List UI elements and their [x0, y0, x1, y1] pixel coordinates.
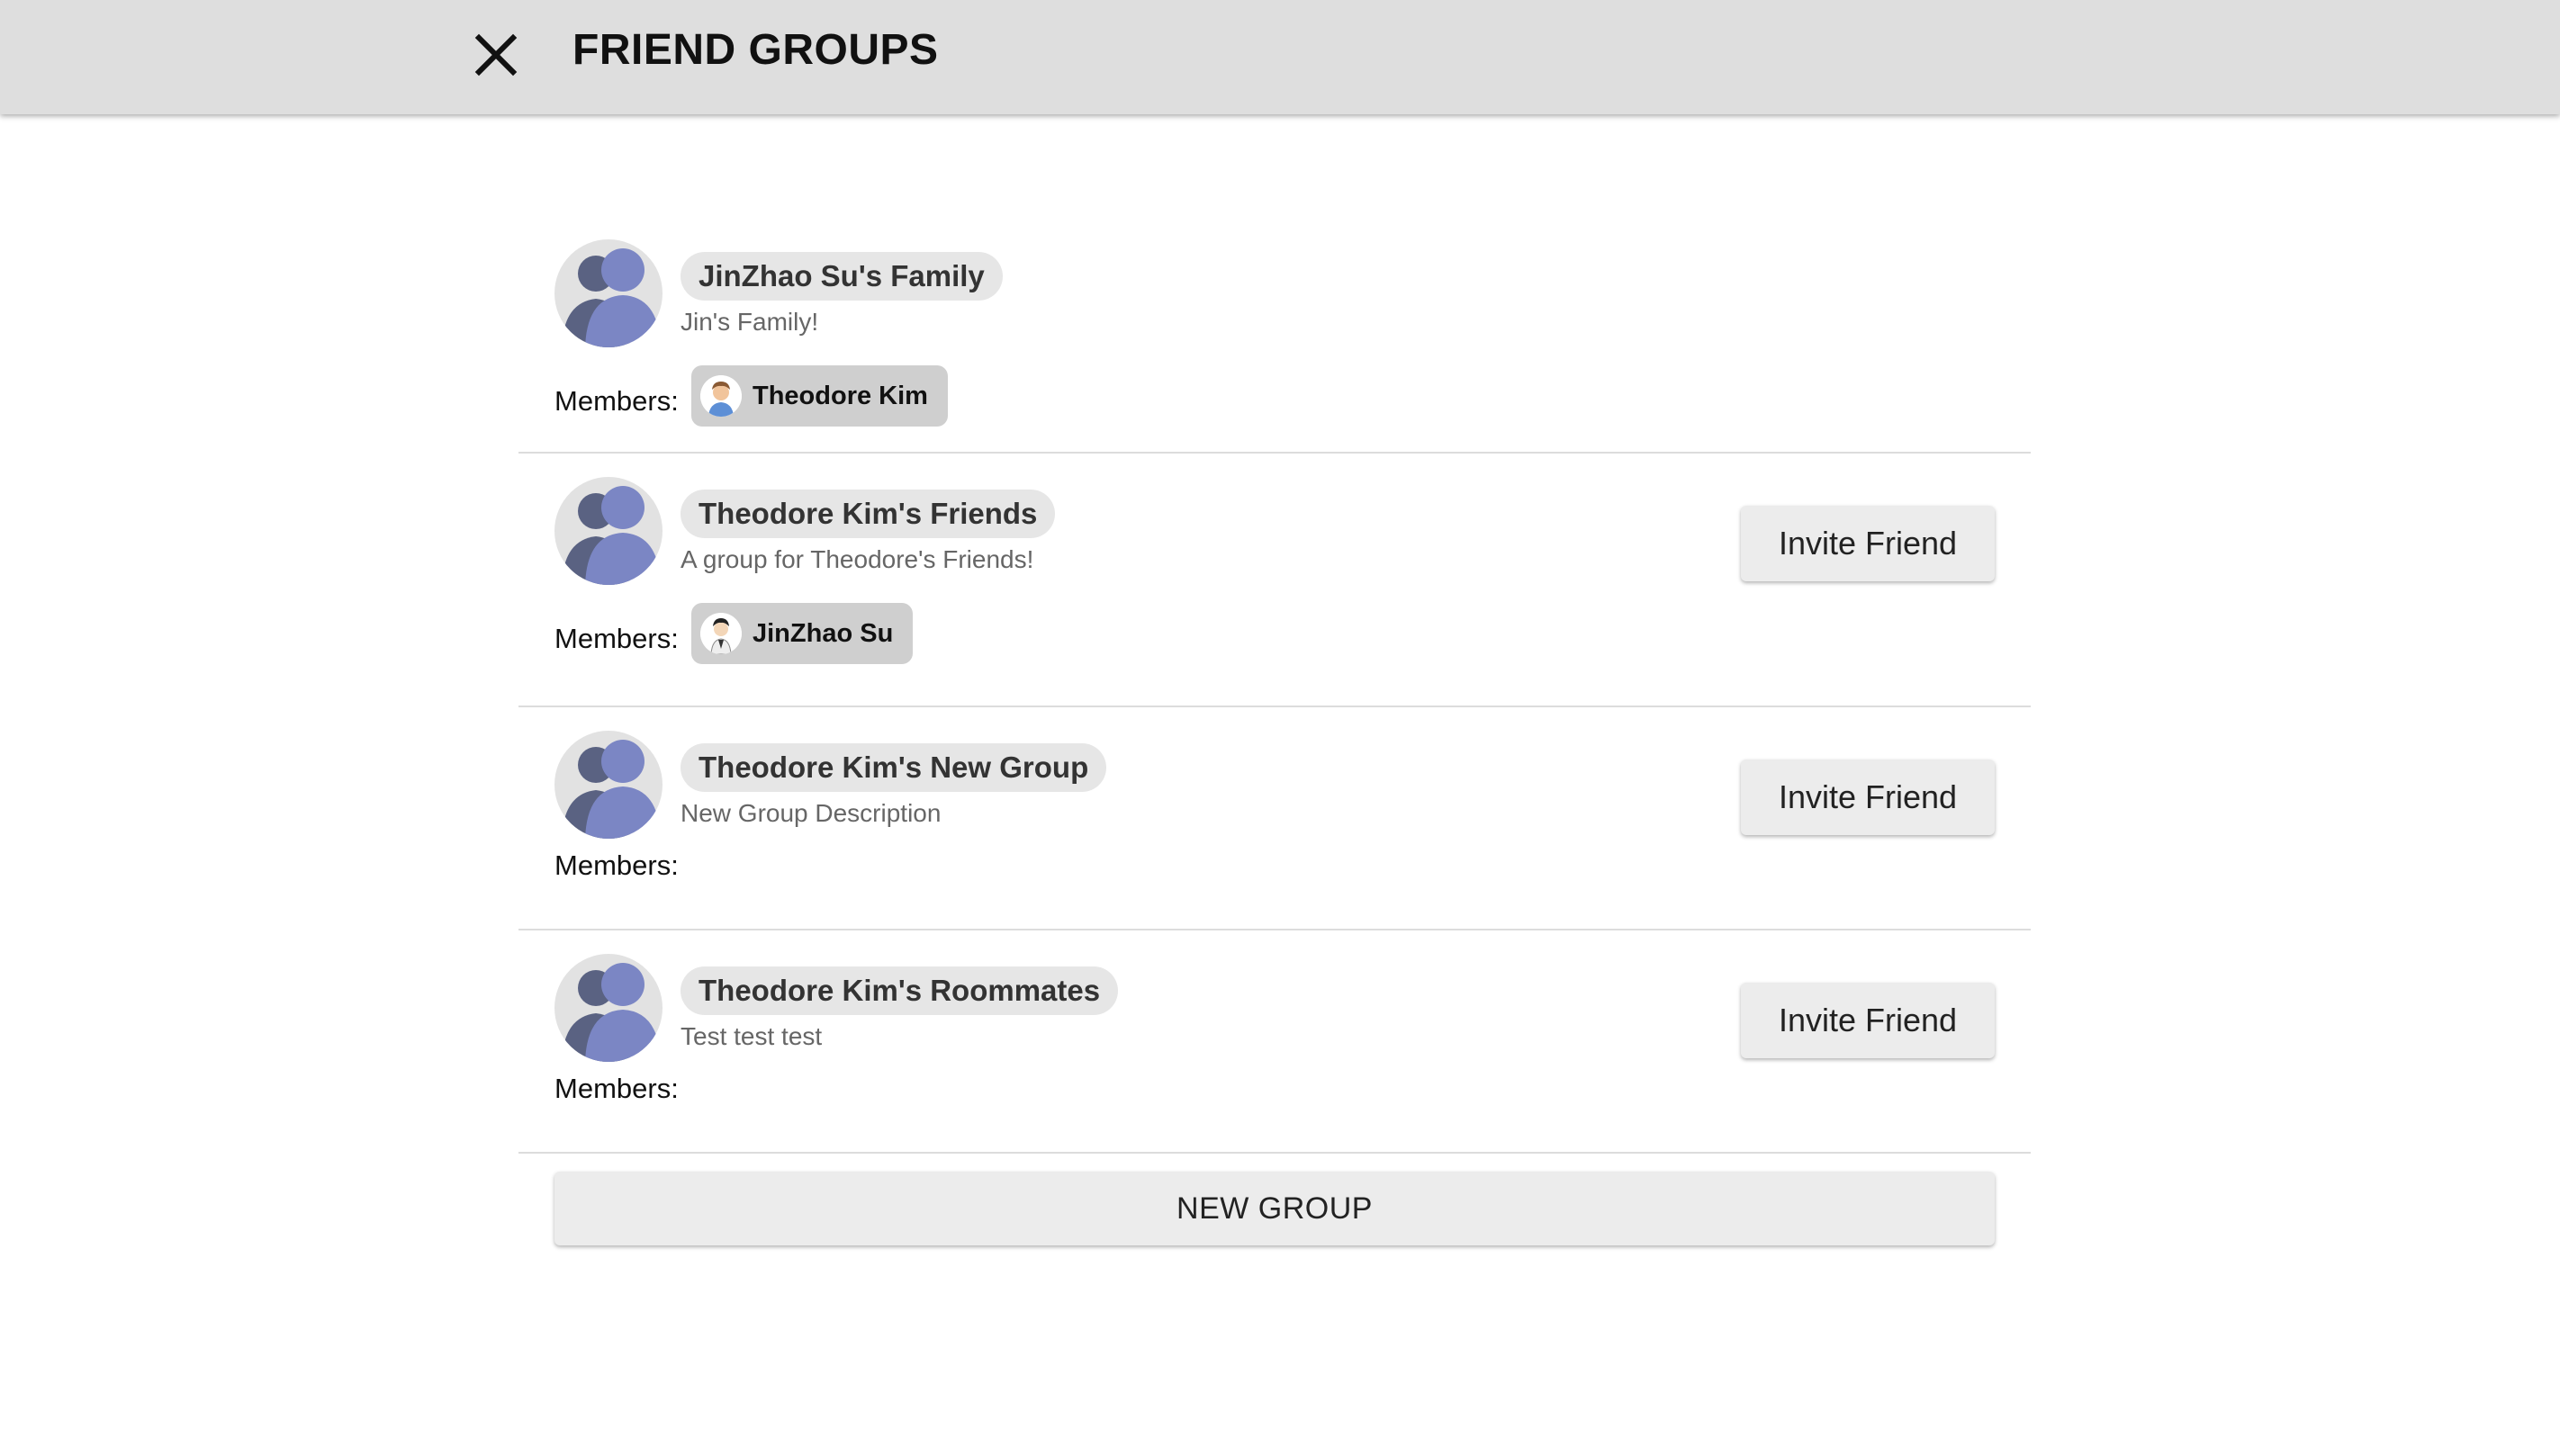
group-description: New Group Description: [681, 799, 942, 827]
close-button[interactable]: [468, 27, 524, 83]
close-icon: [474, 33, 518, 76]
group-item: Theodore Kim's New Group New Group Descr…: [518, 707, 2031, 930]
user-avatar-icon: [700, 613, 742, 654]
members-label: Members:: [554, 1073, 679, 1104]
group-name[interactable]: Theodore Kim's New Group: [681, 743, 1107, 792]
group-list: JinZhao Su's Family Jin's Family! Member…: [518, 216, 2031, 1154]
group-name[interactable]: JinZhao Su's Family: [681, 252, 1003, 301]
group-name[interactable]: Theodore Kim's Friends: [681, 490, 1056, 538]
group-avatar-icon: [554, 477, 663, 585]
user-avatar-icon: [700, 375, 742, 417]
members-label: Members:: [554, 385, 679, 417]
member-name: JinZhao Su: [753, 618, 894, 648]
group-avatar-icon: [554, 239, 663, 347]
group-avatar-icon: [554, 954, 663, 1062]
member-chip[interactable]: JinZhao Su: [691, 603, 914, 664]
invite-friend-button[interactable]: Invite Friend: [1741, 759, 1995, 835]
member-name: Theodore Kim: [753, 381, 928, 410]
group-name[interactable]: Theodore Kim's Roommates: [681, 966, 1119, 1015]
group-item: Theodore Kim's Roommates Test test test …: [518, 930, 2031, 1154]
group-item: Theodore Kim's Friends A group for Theod…: [518, 454, 2031, 707]
members-label: Members:: [554, 849, 679, 881]
members-label: Members:: [554, 623, 679, 654]
group-description: A group for Theodore's Friends!: [681, 545, 1034, 573]
invite-friend-button[interactable]: Invite Friend: [1741, 983, 1995, 1058]
invite-friend-button[interactable]: Invite Friend: [1741, 506, 1995, 581]
app-bar: FRIEND GROUPS: [0, 0, 2560, 114]
group-description: Jin's Family!: [681, 308, 819, 336]
group-description: Test test test: [681, 1022, 823, 1050]
group-avatar-icon: [554, 731, 663, 839]
new-group-button[interactable]: NEW GROUP: [554, 1172, 1995, 1245]
group-item: JinZhao Su's Family Jin's Family! Member…: [518, 216, 2031, 454]
member-chip[interactable]: Theodore Kim: [691, 365, 948, 427]
page-title: FRIEND GROUPS: [572, 26, 939, 74]
